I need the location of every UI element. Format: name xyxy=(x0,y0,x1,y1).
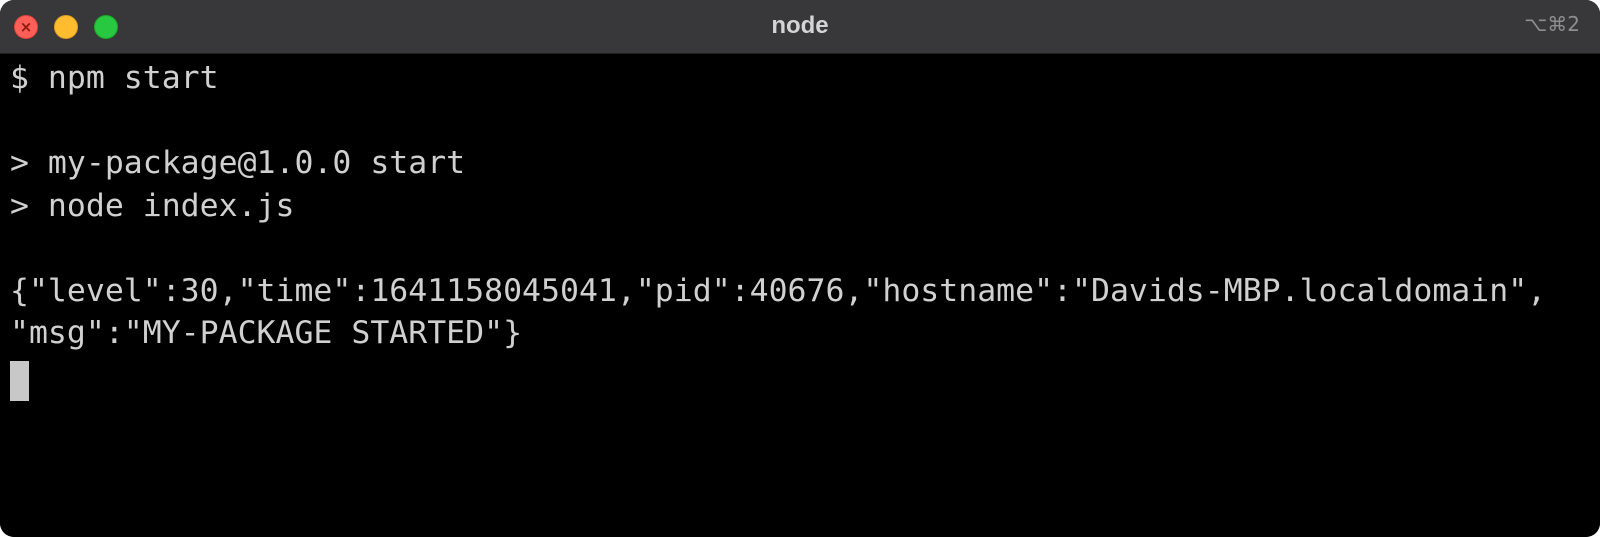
terminal-output[interactable]: $ npm start > my-package@1.0.0 start > n… xyxy=(0,54,1600,537)
window-shortcut-label: ⌥⌘2 xyxy=(1524,12,1580,36)
terminal-prompt-line[interactable] xyxy=(10,355,1600,401)
title-bar[interactable]: × node ⌥⌘2 xyxy=(0,0,1600,54)
terminal-line-script-name: > my-package@1.0.0 start xyxy=(10,145,466,181)
terminal-line-log-continued: "msg":"MY-PACKAGE STARTED"} xyxy=(10,315,523,351)
text-cursor xyxy=(10,360,29,401)
terminal-line-command: $ npm start xyxy=(10,60,219,96)
window-title: node xyxy=(771,12,829,39)
terminal-line-log: {"level":30,"time":1641158045041,"pid":4… xyxy=(10,272,1547,309)
terminal-line-script-command: > node index.js xyxy=(10,187,295,224)
terminal-window: × node ⌥⌘2 $ npm start > my-package@1.0.… xyxy=(0,0,1600,537)
